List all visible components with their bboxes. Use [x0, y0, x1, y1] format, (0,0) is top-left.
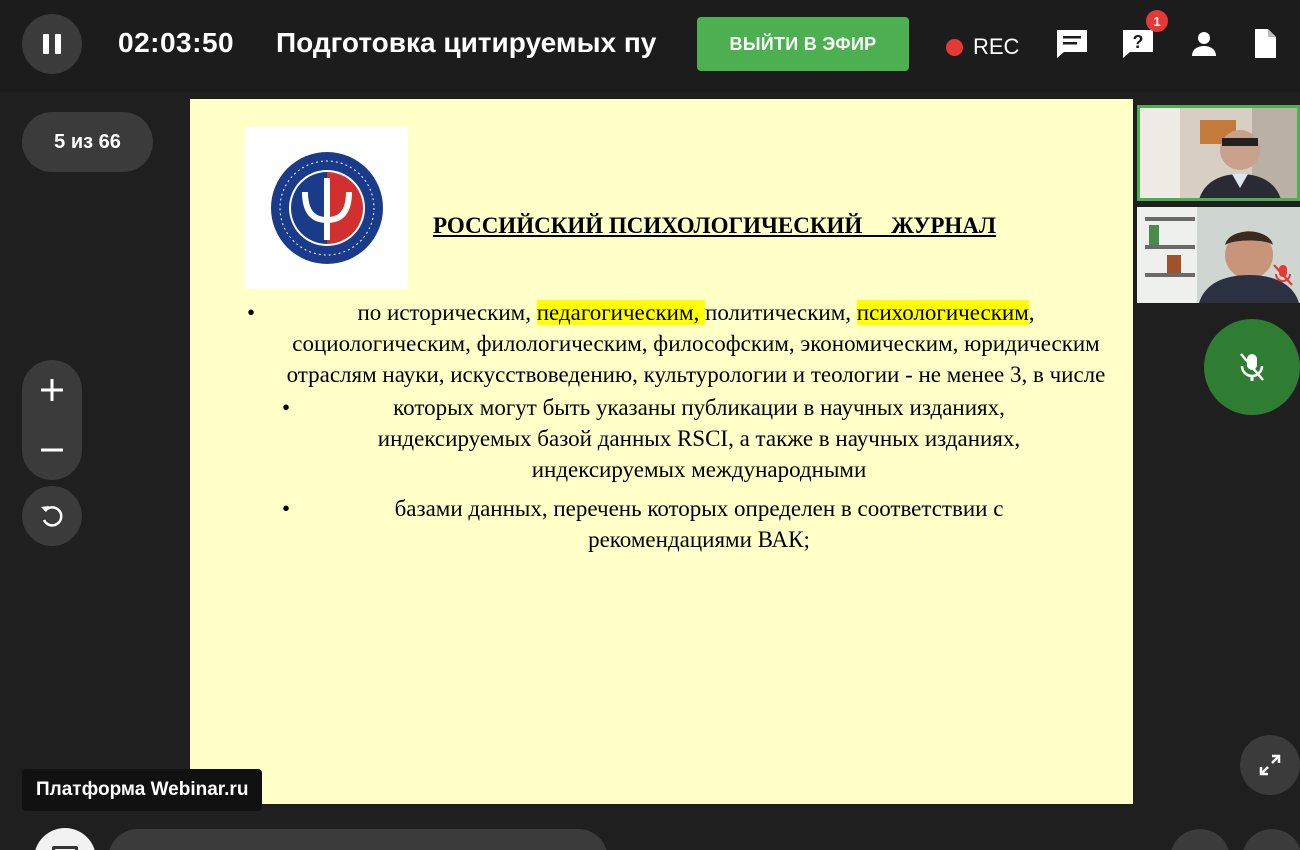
slide-title: РОССИЙСКИЙ ПСИХОЛОГИЧЕСКИЙ ЖУРНАЛ [433, 213, 997, 238]
notification-badge: 1 [1146, 10, 1168, 32]
bottom-right-button-1[interactable] [1170, 829, 1230, 850]
go-live-button[interactable]: ВЫЙТИ В ЭФИР [697, 17, 909, 71]
bottom-toolbar[interactable] [108, 829, 608, 850]
bullet-1: • по историческим, педагогическим, полит… [230, 297, 1110, 390]
plus-icon [41, 379, 63, 401]
bullet-marker: • [247, 300, 256, 325]
pause-button[interactable] [22, 14, 82, 74]
muted-mic-icon [1273, 264, 1293, 286]
screen-icon [52, 846, 78, 850]
zoom-out-button[interactable] [22, 420, 82, 480]
platform-watermark: Платформа Webinar.ru [22, 769, 263, 811]
reset-zoom-button[interactable] [22, 486, 82, 546]
pause-icon [43, 34, 49, 54]
rec-dot-icon [946, 38, 963, 56]
speaker-video-2[interactable] [1137, 207, 1300, 303]
society-logo [245, 127, 408, 289]
svg-text:?: ? [1133, 32, 1144, 52]
question-icon[interactable]: ? [1120, 26, 1156, 62]
expand-icon [1259, 754, 1281, 776]
chat-icon[interactable] [1054, 26, 1090, 62]
person-icon[interactable] [1186, 26, 1222, 62]
presentation-slide: РОССИЙСКИЙ ПСИХОЛОГИЧЕСКИЙ ЖУРНАЛ • по и… [190, 99, 1133, 804]
mic-off-icon [1240, 353, 1264, 381]
highlight-pedagogical: педагогическим, [536, 300, 706, 325]
slide-body: • по историческим, педагогическим, полит… [230, 297, 1110, 555]
rec-label: REC [973, 34, 1020, 59]
screen-share-button[interactable] [34, 828, 96, 850]
page-indicator[interactable]: 5 из 66 [22, 112, 153, 172]
speaker-video-1[interactable] [1137, 105, 1300, 201]
bullet-3: • базами данных, перечень которых опреде… [230, 493, 1110, 555]
document-icon[interactable] [1247, 26, 1283, 62]
bottom-right-button-2[interactable] [1242, 829, 1300, 850]
webinar-title: Подготовка цитируемых пу [276, 27, 657, 58]
rec-indicator[interactable]: REC [946, 34, 1019, 60]
broadcast-timer: 02:03:50 [118, 27, 235, 58]
zoom-controls [22, 360, 82, 480]
bullet-marker: • [282, 395, 291, 420]
microphone-toggle-button[interactable] [1204, 319, 1300, 415]
minus-icon [41, 448, 63, 452]
highlight-psychological: психологическим [856, 300, 1029, 325]
top-bar: 02:03:50 Подготовка цитируемых пу ВЫЙТИ … [0, 0, 1300, 92]
fullscreen-button[interactable] [1240, 735, 1300, 795]
bullet-marker: • [282, 496, 291, 521]
zoom-in-button[interactable] [22, 360, 82, 420]
rotate-icon [41, 506, 63, 527]
bullet-2: • которых могут быть указаны публикации … [230, 392, 1110, 485]
